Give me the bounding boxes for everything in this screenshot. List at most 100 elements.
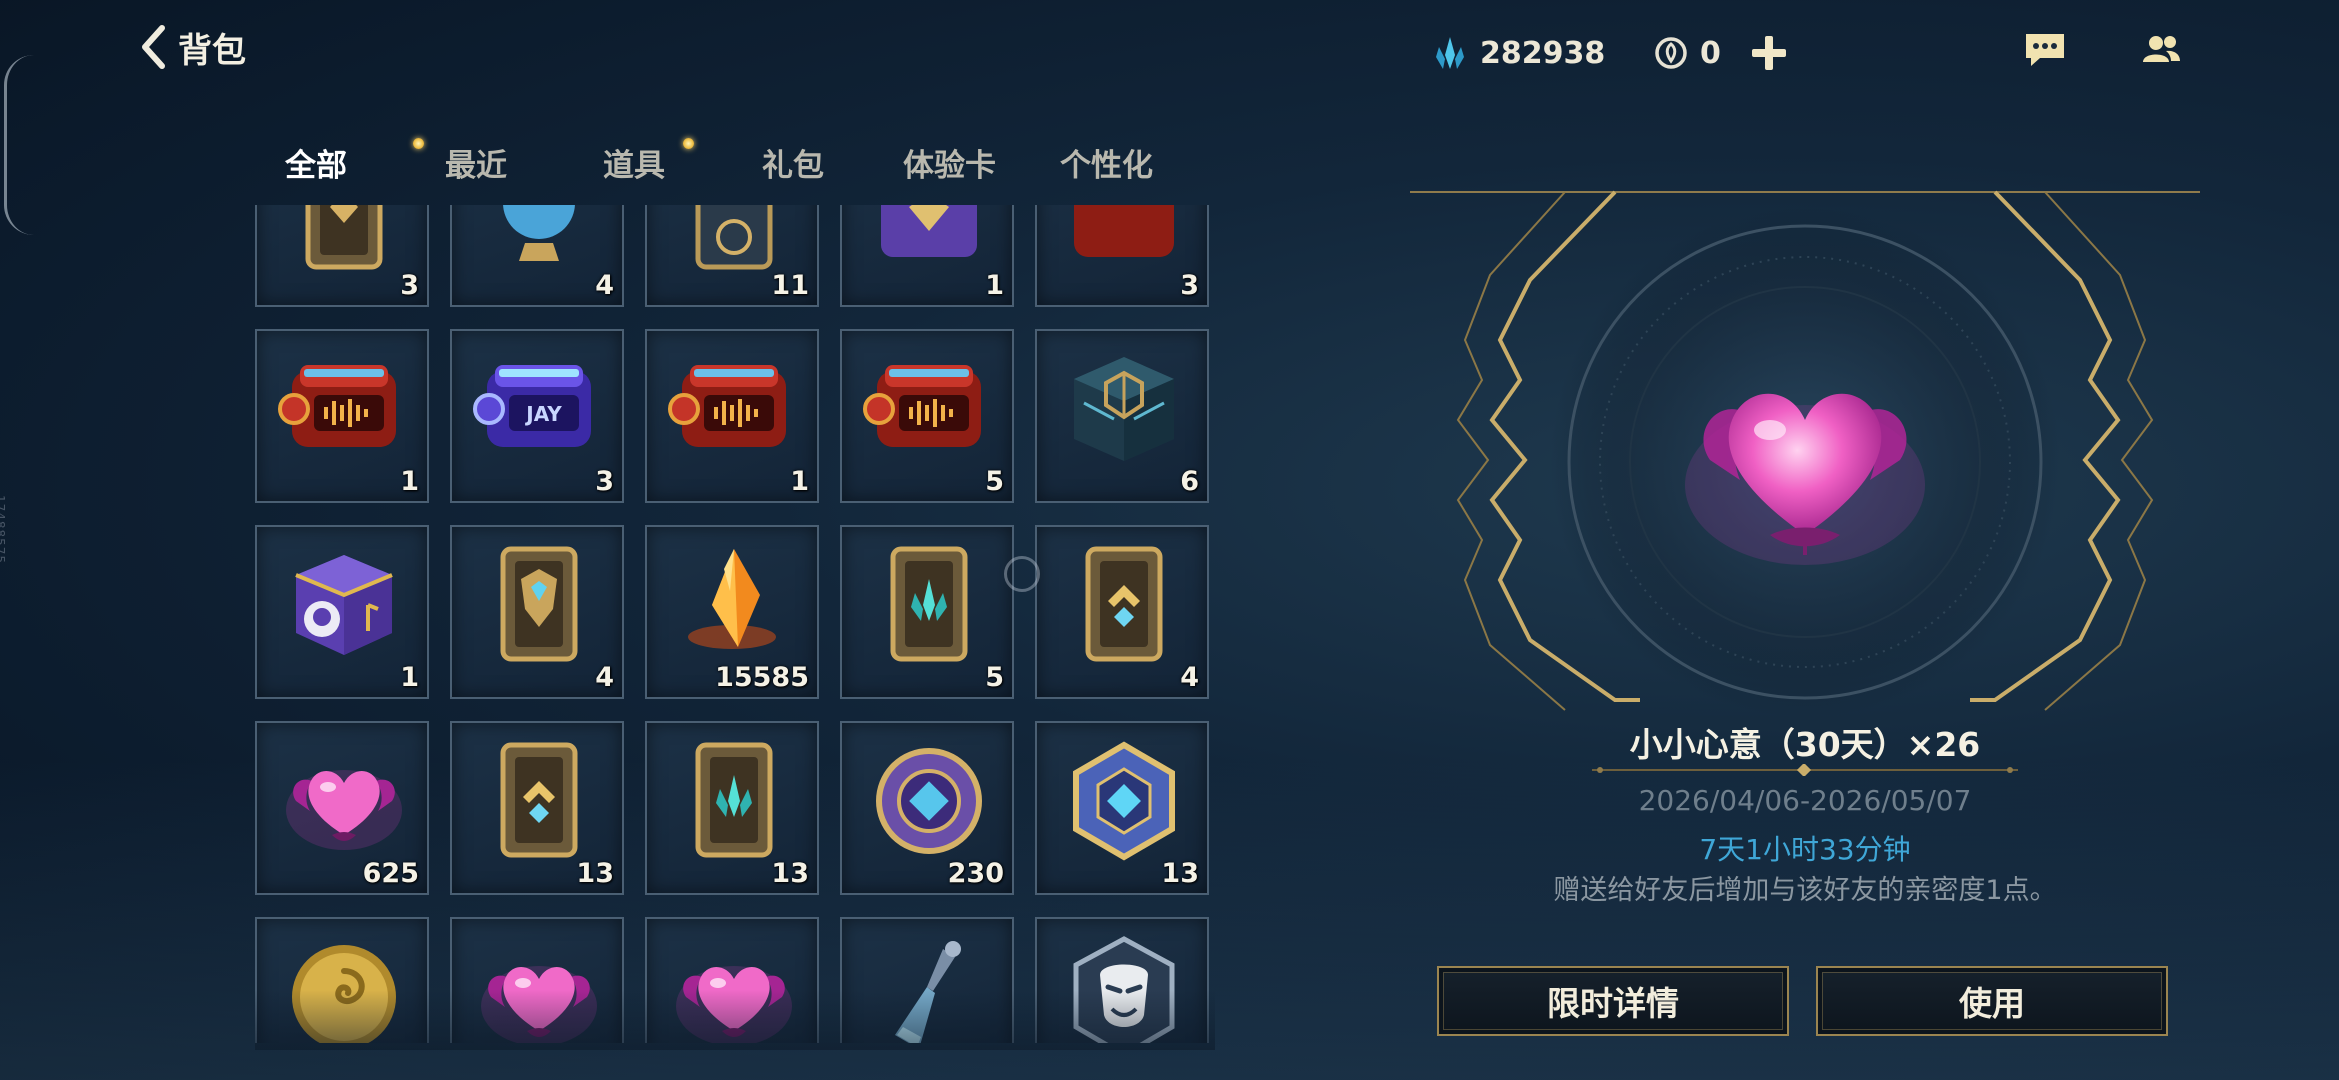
item-count: 5 bbox=[985, 662, 1004, 693]
notification-dot bbox=[413, 138, 424, 149]
item-count: 15585 bbox=[715, 662, 809, 693]
tab-label: 最近 bbox=[445, 147, 507, 184]
inventory-item[interactable]: 999 bbox=[645, 917, 819, 1043]
inventory-item[interactable]: JAY 3 bbox=[450, 329, 624, 503]
inventory-item[interactable]: 1 bbox=[840, 205, 1014, 307]
item-count: 1 bbox=[400, 466, 419, 497]
inventory-item[interactable]: 1 bbox=[255, 329, 429, 503]
purple-music-cube-icon bbox=[274, 539, 414, 669]
inventory-item[interactable]: 4 bbox=[1035, 525, 1209, 699]
back-button[interactable]: 背包 bbox=[140, 22, 246, 72]
chat-icon[interactable] bbox=[2022, 30, 2068, 70]
tab-trial-cards[interactable]: 体验卡 bbox=[903, 132, 996, 192]
orange-crystal-shard-icon bbox=[664, 539, 804, 669]
inventory-item[interactable]: 11 bbox=[645, 205, 819, 307]
gold-card-icon bbox=[274, 205, 414, 277]
tab-label: 体验卡 bbox=[903, 147, 996, 184]
page-title: 背包 bbox=[178, 30, 246, 71]
blue-gem-card-icon bbox=[469, 539, 609, 669]
item-count: 6 bbox=[1180, 466, 1199, 497]
item-count: 4 bbox=[595, 662, 614, 693]
item-count: 625 bbox=[362, 858, 419, 889]
mask-emblem-icon bbox=[1054, 931, 1194, 1043]
inventory-item[interactable]: 5 bbox=[840, 329, 1014, 503]
gold-chevron-card-icon bbox=[1054, 539, 1194, 669]
tab-label: 全部 bbox=[285, 147, 347, 184]
red-music-box-icon bbox=[859, 343, 999, 473]
item-count: 3 bbox=[400, 270, 419, 301]
item-count: 13 bbox=[1161, 858, 1199, 889]
inventory-item[interactable]: 230 bbox=[840, 721, 1014, 895]
inventory-item[interactable]: 1 bbox=[840, 917, 1014, 1043]
tab-props[interactable]: 道具 bbox=[603, 132, 694, 192]
inventory-item[interactable]: 25 bbox=[1035, 917, 1209, 1043]
inventory-item[interactable]: 5 bbox=[840, 525, 1014, 699]
item-count: 5 bbox=[985, 466, 1004, 497]
inventory-item[interactable]: 13 bbox=[1035, 721, 1209, 895]
hexagon-gem-badge-icon bbox=[1054, 735, 1194, 865]
item-description: 赠送给好友后增加与该好友的亲密度1点。 bbox=[1553, 875, 2057, 906]
item-count: 13 bbox=[576, 858, 614, 889]
friends-icon[interactable] bbox=[2138, 30, 2184, 70]
inventory-item[interactable]: 6 bbox=[1035, 329, 1209, 503]
emblem-card-icon bbox=[664, 205, 804, 277]
item-count: 1 bbox=[790, 466, 809, 497]
remaining-time: 7天1小时33分钟 bbox=[1699, 833, 1911, 866]
item-count: 3 bbox=[595, 466, 614, 497]
pink-heart-icon bbox=[664, 931, 804, 1043]
inventory-item[interactable]: 13 bbox=[645, 721, 819, 895]
svg-text:JAY: JAY bbox=[524, 402, 562, 426]
token-amount: 0 bbox=[1700, 35, 1721, 71]
inventory-item[interactable]: 3 bbox=[1035, 205, 1209, 307]
bottle-icon bbox=[859, 931, 999, 1043]
inventory-item[interactable]: 1 bbox=[645, 329, 819, 503]
tab-label: 礼包 bbox=[762, 147, 824, 184]
inventory-item[interactable]: 3 bbox=[255, 205, 429, 307]
pink-heart-icon bbox=[274, 735, 414, 865]
add-currency-button[interactable] bbox=[1748, 32, 1790, 74]
tab-gift-packs[interactable]: 礼包 bbox=[762, 132, 824, 192]
use-button[interactable]: 使用 bbox=[1816, 966, 2168, 1036]
validity-dates: 2026/04/06-2026/05/07 bbox=[1638, 784, 1972, 817]
item-count: 230 bbox=[947, 858, 1004, 889]
item-name: 小小心意（30天）×26 bbox=[1629, 725, 1981, 764]
item-count: 1 bbox=[985, 270, 1004, 301]
inventory-item[interactable]: 998 bbox=[450, 917, 624, 1043]
blue-crystal-icon bbox=[1436, 37, 1464, 69]
globe-trophy-icon bbox=[469, 205, 609, 277]
title-divider bbox=[1592, 764, 2018, 776]
inventory-item[interactable]: 15585 bbox=[645, 525, 819, 699]
tab-label: 道具 bbox=[603, 147, 665, 184]
purple-gold-chest-icon bbox=[859, 205, 999, 277]
inventory-item[interactable]: 4 bbox=[450, 525, 624, 699]
limited-time-details-button[interactable]: 限时详情 bbox=[1437, 966, 1789, 1036]
token-coin-icon bbox=[1655, 37, 1687, 69]
tab-recent[interactable]: 最近 bbox=[445, 132, 507, 192]
inventory-item[interactable]: 1 bbox=[255, 525, 429, 699]
red-chest-icon bbox=[1054, 205, 1194, 277]
gold-chevron-card-icon bbox=[469, 735, 609, 865]
tab-all[interactable]: 全部 bbox=[285, 132, 424, 192]
gold-coin-icon bbox=[274, 931, 414, 1043]
teal-crystal-card-icon bbox=[664, 735, 804, 865]
edge-handle[interactable] bbox=[4, 55, 34, 235]
tab-label: 个性化 bbox=[1060, 147, 1153, 184]
item-count: 1 bbox=[400, 662, 419, 693]
crystal-amount: 282938 bbox=[1480, 35, 1606, 71]
notification-dot bbox=[683, 138, 694, 149]
inventory-grid[interactable]: 34 11 1 3 1 JAY 3 1 5 6 1 4 15585 5 4 62… bbox=[255, 205, 1215, 1043]
pink-heart-icon bbox=[469, 931, 609, 1043]
ornate-orb-icon bbox=[859, 735, 999, 865]
touch-indicator bbox=[1004, 556, 1040, 592]
item-detail-frame bbox=[1410, 190, 2200, 717]
item-count: 3 bbox=[1180, 270, 1199, 301]
item-count: 4 bbox=[1180, 662, 1199, 693]
mystery-cube-icon bbox=[1054, 343, 1194, 473]
token-currency: 0 bbox=[1652, 28, 1721, 78]
inventory-item[interactable]: 4 bbox=[450, 205, 624, 307]
teal-crystal-card-icon bbox=[859, 539, 999, 669]
tab-personalization[interactable]: 个性化 bbox=[1060, 132, 1153, 192]
inventory-item[interactable]: 100 bbox=[255, 917, 429, 1043]
inventory-item[interactable]: 13 bbox=[450, 721, 624, 895]
inventory-item[interactable]: 625 bbox=[255, 721, 429, 895]
